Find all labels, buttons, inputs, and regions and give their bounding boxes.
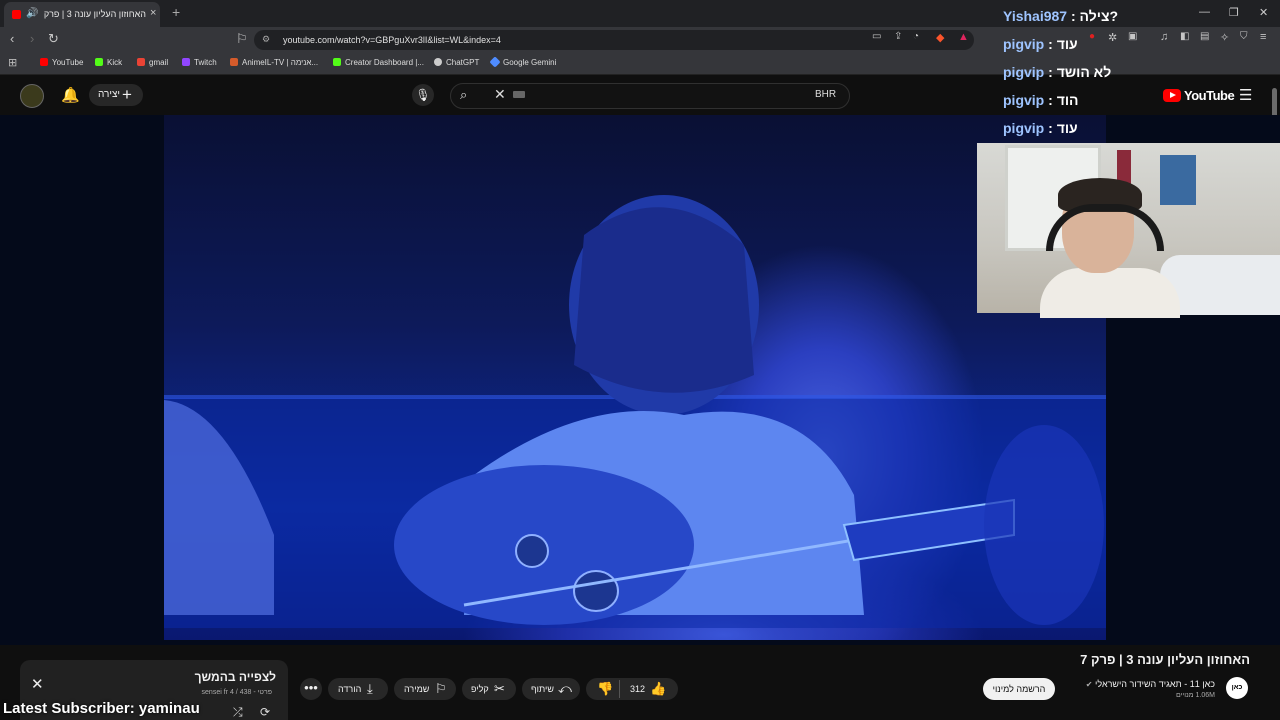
speaker-icon[interactable]: 🔊: [26, 8, 38, 19]
channel-avatar[interactable]: כאן: [1226, 677, 1248, 699]
clip-label: קליפ: [471, 684, 489, 694]
webcam-poster: [1160, 155, 1196, 205]
animeil-icon: [230, 58, 238, 66]
cast-icon[interactable]: ▭: [872, 31, 881, 42]
subscriber-count: 1.06M מנויים: [1175, 692, 1215, 699]
share-label: שיתוף: [531, 684, 554, 694]
restore-icon[interactable]: ❐: [1229, 6, 1239, 19]
search-input[interactable]: [450, 83, 850, 109]
playlist-title[interactable]: לצפייה בהמשך: [120, 670, 276, 684]
twitch-icon: [182, 58, 190, 66]
chat-message: Yishai987 : צילה?: [1003, 8, 1119, 24]
apps-grid-icon[interactable]: ⊞: [8, 56, 17, 69]
region-code: BHR: [815, 89, 837, 100]
video-title: האחוזון העליון עונה 3 | פרק 7: [1080, 652, 1250, 667]
notifications-bell-icon[interactable]: 🔔: [61, 86, 80, 104]
minimize-icon[interactable]: —: [1199, 6, 1210, 18]
like-count[interactable]: 312: [630, 684, 645, 694]
guide-menu-icon[interactable]: ☰: [1239, 86, 1252, 104]
tab-title: האחוזון העליון עונה 3 | פרק 7: [42, 9, 146, 19]
video-scene: [164, 195, 1106, 628]
download-label: הורדה: [338, 684, 362, 694]
clear-search-icon[interactable]: ✕: [494, 86, 506, 103]
bookmark-gmail[interactable]: gmail: [137, 58, 168, 67]
scissors-icon: ✂: [494, 681, 505, 696]
like-icon[interactable]: 👍: [650, 681, 666, 697]
forward-icon[interactable]: ›: [30, 31, 34, 46]
like-divider: [619, 680, 620, 698]
kick-icon: [333, 58, 341, 66]
brave-shield-icon[interactable]: ◆: [936, 31, 944, 44]
like-dislike-group: 👎 312 👍: [586, 678, 678, 700]
verified-icon: ✔: [1085, 680, 1093, 689]
save-label: שמירה: [404, 684, 430, 694]
create-button[interactable]: יצירה +: [89, 84, 143, 106]
back-icon[interactable]: ‹: [10, 31, 14, 46]
menu-icon[interactable]: ≡: [1260, 31, 1266, 43]
site-info-icon[interactable]: ⚙: [262, 34, 270, 45]
new-tab-icon[interactable]: +: [172, 4, 180, 20]
youtube-favicon-icon: [12, 10, 21, 19]
bookmark-twitch[interactable]: Twitch: [182, 58, 217, 67]
gemini-icon: [489, 56, 501, 68]
save-button[interactable]: שמירה ⚐: [394, 678, 456, 700]
playlist-subtitle: sensei fr פרטי - 438 / 4: [201, 689, 272, 696]
more-actions-icon[interactable]: •••: [300, 678, 322, 700]
chatgpt-icon: [434, 58, 442, 66]
leo-ai-icon[interactable]: ✧: [1220, 31, 1229, 44]
rewards-icon[interactable]: ▲: [958, 31, 969, 43]
vpn-icon[interactable]: ⛉: [1240, 31, 1248, 42]
download-icon: ⤓: [367, 681, 373, 696]
bookmark-creator-dashboard[interactable]: Creator Dashboard |...: [333, 58, 424, 67]
wallet-icon[interactable]: ▤: [1200, 31, 1209, 42]
reload-icon[interactable]: ↻: [48, 31, 59, 47]
chat-message: pigvip : הוד: [1003, 92, 1079, 108]
shuffle-icon[interactable]: ⤮: [233, 705, 243, 720]
clip-button[interactable]: קליפ ✂: [462, 678, 516, 700]
kick-icon: [95, 58, 103, 66]
share-button[interactable]: שיתוף ⤺: [522, 678, 580, 700]
share-page-icon[interactable]: ⇪: [894, 31, 902, 42]
bookmark-gemini[interactable]: Google Gemini: [489, 56, 556, 68]
video-frame[interactable]: [164, 115, 1106, 640]
gmail-icon: [137, 58, 145, 66]
save-bookmark-icon: ⚐: [435, 681, 447, 696]
bookmark-icon[interactable]: ⚐: [236, 31, 248, 47]
stream-chat-overlay: Yishai987 : צילה? pigvip : עוד pigvip : …: [1003, 8, 1193, 148]
share-icon: ⤺: [558, 681, 572, 696]
chat-message: pigvip : עוד: [1003, 36, 1078, 52]
streamer-shirt: [1040, 268, 1180, 318]
dislike-icon[interactable]: 👎: [597, 681, 613, 697]
voice-search-mic-icon[interactable]: 🎙: [412, 84, 434, 106]
loop-icon[interactable]: ⟳: [260, 705, 270, 719]
keyboard-icon[interactable]: [513, 91, 525, 98]
search-icon[interactable]: ⌕: [460, 87, 467, 103]
bookmark-animeil[interactable]: AnimeIL-TV | אנימה...: [230, 58, 318, 67]
bookmark-kick[interactable]: Kick: [95, 58, 122, 67]
bookmark-youtube[interactable]: YouTube: [40, 58, 83, 67]
bookmark-chatgpt[interactable]: ChatGPT: [434, 58, 479, 67]
rss-icon[interactable]: ◔: [913, 31, 919, 42]
url-text[interactable]: youtube.com/watch?v=GBPguXvr3lI&list=WL&…: [283, 35, 501, 45]
close-playlist-icon[interactable]: ✕: [31, 675, 44, 693]
latest-subscriber-overlay: Latest Subscriber: yaminau: [3, 700, 200, 717]
browser-tab[interactable]: 🔊 האחוזון העליון עונה 3 | פרק 7 ×: [4, 2, 160, 27]
close-window-icon[interactable]: ✕: [1259, 6, 1268, 19]
create-label: יצירה: [98, 89, 121, 100]
youtube-icon: [40, 58, 48, 66]
plus-icon: +: [122, 85, 132, 104]
channel-name[interactable]: כאן 11 - תאגיד השידור הישראלי ✔: [1060, 679, 1215, 689]
account-avatar[interactable]: [20, 84, 44, 108]
chat-message: pigvip : לא הושד: [1003, 64, 1112, 80]
download-button[interactable]: הורדה ⤓: [328, 678, 388, 700]
subscribe-button[interactable]: הרשמה למינוי: [983, 678, 1055, 700]
close-tab-icon[interactable]: ×: [150, 7, 156, 19]
